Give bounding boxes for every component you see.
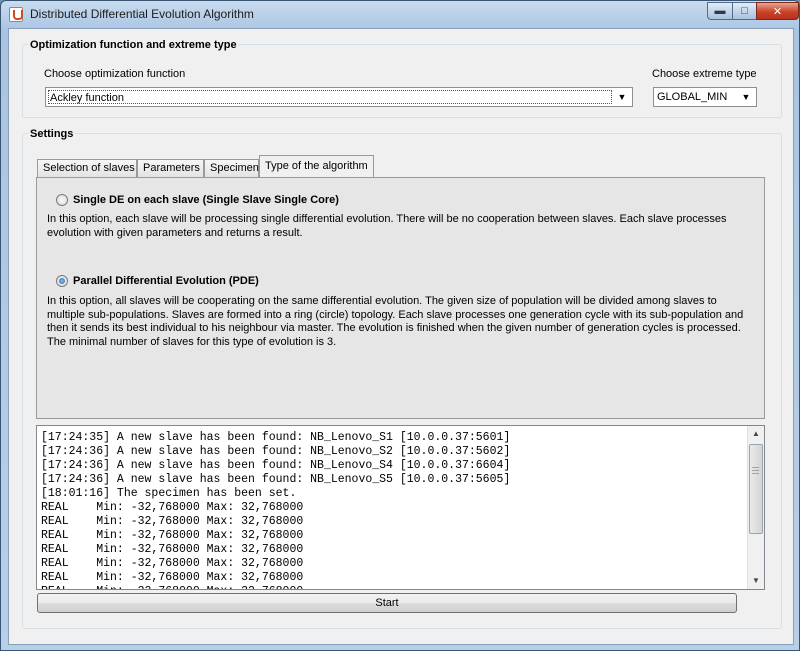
log-line: REAL Min: -32,768000 Max: 32,768000	[41, 557, 304, 570]
app-window: Distributed Differential Evolution Algor…	[0, 0, 800, 651]
tab-selection-of-slaves[interactable]: Selection of slaves	[37, 159, 137, 177]
log-line: [18:01:16] The specimen has been set.	[41, 487, 297, 500]
java-cup-icon	[9, 7, 23, 22]
function-select[interactable]: Ackley function ▼	[45, 87, 633, 107]
option-single-de[interactable]: Single DE on each slave (Single Slave Si…	[56, 194, 339, 206]
log-line: [17:24:36] A new slave has been found: N…	[41, 445, 511, 458]
maximize-button[interactable]: □	[732, 2, 757, 20]
minimize-button[interactable]: ▬	[707, 2, 733, 20]
scroll-down-arrow-icon[interactable]: ▼	[748, 573, 764, 589]
log-line: REAL Min: -32,768000 Max: 32,768000	[41, 585, 746, 589]
optimization-group-title: Optimization function and extreme type	[28, 39, 239, 51]
log-line: REAL Min: -32,768000 Max: 32,768000	[41, 529, 304, 542]
function-label: Choose optimization function	[44, 68, 186, 80]
scroll-up-arrow-icon[interactable]: ▲	[748, 426, 764, 442]
log-line: [17:24:35] A new slave has been found: N…	[41, 431, 511, 444]
log-line: REAL Min: -32,768000 Max: 32,768000	[41, 515, 304, 528]
option-pde-label: Parallel Differential Evolution (PDE)	[73, 275, 259, 287]
close-button[interactable]: ✕	[756, 2, 799, 20]
minimize-icon: ▬	[714, 5, 726, 17]
log-line: REAL Min: -32,768000 Max: 32,768000	[41, 543, 304, 556]
close-icon: ✕	[772, 5, 783, 18]
maximize-icon: □	[741, 5, 748, 17]
option-pde[interactable]: Parallel Differential Evolution (PDE)	[56, 275, 259, 287]
log-output[interactable]: [17:24:35] A new slave has been found: N…	[36, 425, 765, 590]
tab-type-of-the-algorithm[interactable]: Type of the algorithm	[259, 155, 374, 177]
start-button[interactable]: Start	[37, 593, 737, 613]
log-line: REAL Min: -32,768000 Max: 32,768000	[41, 571, 304, 584]
function-select-value: Ackley function	[48, 90, 612, 104]
chevron-down-icon: ▼	[617, 92, 627, 102]
window-title: Distributed Differential Evolution Algor…	[30, 7, 254, 21]
tab-parameters[interactable]: Parameters	[137, 159, 204, 177]
settings-group-title: Settings	[28, 128, 76, 140]
chevron-down-icon: ▼	[741, 92, 751, 102]
tab-specimen[interactable]: Specimen	[204, 159, 259, 177]
log-line: REAL Min: -32,768000 Max: 32,768000	[41, 501, 304, 514]
extreme-select[interactable]: GLOBAL_MIN ▼	[653, 87, 757, 107]
scrollbar-thumb[interactable]	[749, 444, 763, 534]
option-single-de-description: In this option, each slave will be proce…	[47, 213, 727, 239]
option-pde-description: In this option, all slaves will be coope…	[47, 295, 744, 348]
log-text: [17:24:35] A new slave has been found: N…	[41, 431, 746, 589]
grip-icon: — — —	[752, 464, 759, 477]
radio-pde[interactable]	[56, 275, 68, 287]
tab-panel-type-of-algorithm: Single DE on each slave (Single Slave Si…	[36, 177, 765, 419]
option-single-de-label: Single DE on each slave (Single Slave Si…	[73, 194, 339, 206]
log-scrollbar[interactable]: ▲ — — — ▼	[747, 426, 764, 589]
radio-single-de[interactable]	[56, 194, 68, 206]
extreme-label: Choose extreme type	[652, 68, 757, 80]
client-area: Optimization function and extreme type C…	[8, 28, 794, 645]
title-bar[interactable]: Distributed Differential Evolution Algor…	[1, 1, 799, 28]
log-line: [17:24:36] A new slave has been found: N…	[41, 473, 511, 486]
extreme-select-value: GLOBAL_MIN	[657, 91, 728, 103]
log-line: [17:24:36] A new slave has been found: N…	[41, 459, 511, 472]
